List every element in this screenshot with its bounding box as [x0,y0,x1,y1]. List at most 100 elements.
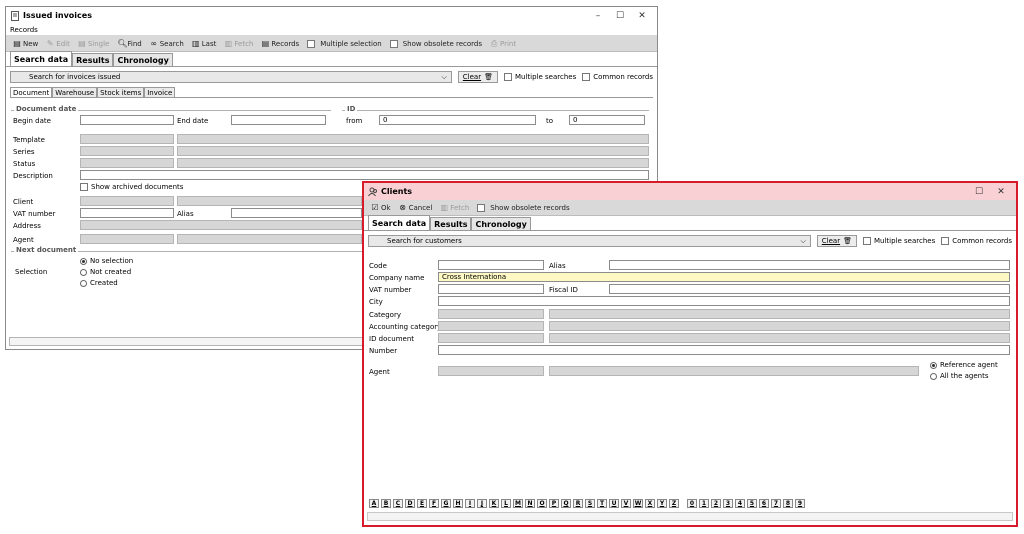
tab-chronology[interactable]: Chronology [471,217,531,230]
letter-button-m[interactable]: M [513,499,523,508]
letter-button-o[interactable]: O [537,499,547,508]
menu-records[interactable]: Records [10,26,38,34]
subtab-document[interactable]: Document [10,87,53,97]
radio-reference-agent[interactable]: Reference agent [930,361,998,369]
begin-date-input[interactable] [80,115,174,125]
print-button[interactable]: ⎙ Print [487,39,519,48]
tab-results[interactable]: Results [72,53,114,66]
end-date-input[interactable] [231,115,326,125]
tab-search-data[interactable]: Search data [368,215,431,230]
multiple-searches-checkbox[interactable]: Multiple searches [862,237,935,245]
letter-button-p[interactable]: P [549,499,559,508]
subtab-warehouse[interactable]: Warehouse [52,87,98,97]
records-button[interactable]: ▤ Records [258,39,302,48]
letter-button-l[interactable]: L [501,499,511,508]
letter-button-i[interactable]: I [465,499,475,508]
maximize-icon[interactable]: ☐ [609,11,631,21]
digit-button-9[interactable]: 9 [795,499,805,508]
show-obsolete-checkbox[interactable]: Show obsolete records [387,39,485,48]
close-icon[interactable]: ✕ [990,187,1012,197]
digit-button-4[interactable]: 4 [735,499,745,508]
common-records-checkbox[interactable]: Common records [941,237,1012,245]
letter-button-b[interactable]: B [381,499,391,508]
clear-button[interactable]: Clear 🗑︎ [816,235,857,247]
fetch-button[interactable]: ▥ Fetch [437,203,472,212]
multiple-searches-checkbox[interactable]: Multiple searches [503,73,576,81]
client-code-input[interactable] [80,196,174,206]
company-name-input[interactable]: Cross Internationa [438,272,1010,282]
search-button[interactable]: ∞ Search [147,39,187,48]
common-records-checkbox[interactable]: Common records [582,73,653,81]
letter-button-t[interactable]: T [597,499,607,508]
search-type-select[interactable]: Search for invoices issued ⌵ [10,71,452,83]
subtab-invoice[interactable]: Invoice [144,87,176,97]
letter-button-k[interactable]: K [489,499,499,508]
city-input[interactable] [438,296,1010,306]
letter-button-s[interactable]: S [585,499,595,508]
digit-button-2[interactable]: 2 [711,499,721,508]
multiple-selection-checkbox[interactable]: Multiple selection [304,39,385,48]
status-code-input[interactable] [80,158,174,168]
code-input[interactable] [438,260,544,270]
letter-button-y[interactable]: Y [657,499,667,508]
single-button[interactable]: ▤ Single [75,39,113,48]
letter-button-z[interactable]: Z [669,499,679,508]
digit-button-1[interactable]: 1 [699,499,709,508]
letter-button-f[interactable]: F [429,499,439,508]
letter-button-h[interactable]: H [453,499,463,508]
letter-button-v[interactable]: V [621,499,631,508]
letter-button-a[interactable]: A [369,499,379,508]
close-icon[interactable]: ✕ [631,11,653,21]
id-to-input[interactable]: 0 [569,115,645,125]
search-type-select[interactable]: Search for customers ⌵ [368,235,811,247]
show-obsolete-checkbox[interactable]: Show obsolete records [474,203,572,212]
vat-number-input[interactable] [438,284,544,294]
letter-button-r[interactable]: R [573,499,583,508]
number-input[interactable] [438,345,1010,355]
tab-chronology[interactable]: Chronology [113,53,173,66]
new-button[interactable]: ▤ New [10,39,41,48]
id-from-input[interactable]: 0 [379,115,536,125]
clear-button[interactable]: Clear 🗑︎ [457,71,498,83]
tab-results[interactable]: Results [430,217,472,230]
radio-not-created[interactable]: Not created [80,268,131,276]
category-code-input[interactable] [438,309,544,319]
alias-input[interactable] [609,260,1010,270]
last-button[interactable]: ▥ Last [189,39,220,48]
letter-button-n[interactable]: N [525,499,535,508]
radio-all-agents[interactable]: All the agents [930,372,988,380]
alias-input[interactable] [231,208,362,218]
radio-created[interactable]: Created [80,279,118,287]
letter-button-c[interactable]: C [393,499,403,508]
digit-button-6[interactable]: 6 [759,499,769,508]
letter-button-g[interactable]: G [441,499,451,508]
letter-button-u[interactable]: U [609,499,619,508]
series-code-input[interactable] [80,146,174,156]
letter-button-x[interactable]: X [645,499,655,508]
digit-button-7[interactable]: 7 [771,499,781,508]
maximize-icon[interactable]: ☐ [968,187,990,197]
letter-button-d[interactable]: D [405,499,415,508]
subtab-stock-items[interactable]: Stock items [97,87,145,97]
vat-number-input[interactable] [80,208,174,218]
show-archived-checkbox[interactable]: Show archived documents [80,183,183,191]
find-button[interactable]: 🔍︎ Find [114,39,144,48]
radio-no-selection[interactable]: No selection [80,257,133,265]
agent-code-input[interactable] [438,366,544,376]
template-code-input[interactable] [80,134,174,144]
letter-button-w[interactable]: W [633,499,643,508]
digit-button-0[interactable]: 0 [687,499,697,508]
fiscal-id-input[interactable] [609,284,1010,294]
agent-code-input[interactable] [80,234,174,244]
edit-button[interactable]: ✎ Edit [43,39,73,48]
letter-button-j[interactable]: J [477,499,487,508]
tab-search-data[interactable]: Search data [10,51,73,66]
digit-button-3[interactable]: 3 [723,499,733,508]
description-input[interactable] [80,170,649,180]
id-document-code-input[interactable] [438,333,544,343]
fetch-button[interactable]: ▥ Fetch [221,39,256,48]
letter-button-q[interactable]: Q [561,499,571,508]
minimize-icon[interactable]: – [587,11,609,21]
digit-button-5[interactable]: 5 [747,499,757,508]
ok-button[interactable]: ☑ Ok [368,203,394,212]
